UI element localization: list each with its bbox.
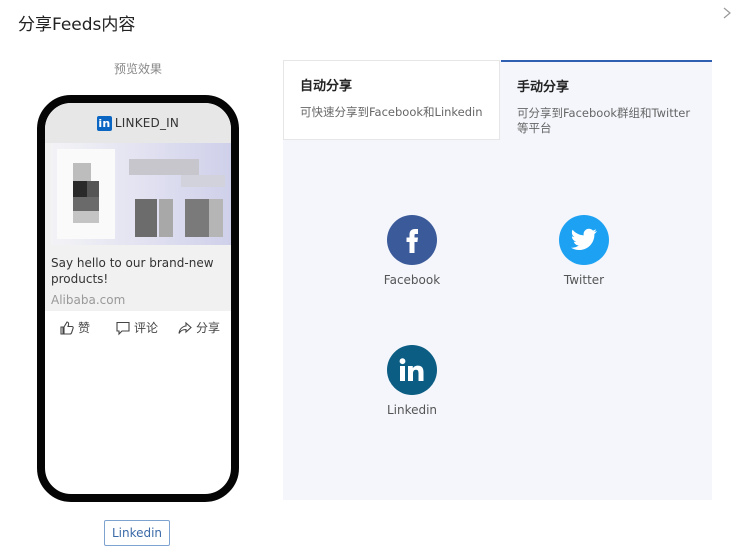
pixel-block: [73, 197, 99, 211]
phone-preview: in LINKED_IN Say hello to our brand-new …: [37, 95, 239, 502]
twitter-icon: [559, 215, 609, 265]
close-icon[interactable]: [721, 6, 735, 24]
tab-manual-share-title: 手动分享: [517, 80, 570, 95]
linkedin-logo-icon: in: [96, 115, 112, 131]
linkedin-icon: [387, 345, 437, 395]
twitter-label: Twitter: [563, 273, 605, 287]
facebook-label: Facebook: [383, 273, 441, 287]
post-text: Say hello to our brand-new products!: [51, 256, 214, 286]
share-facebook[interactable]: Facebook: [367, 215, 457, 287]
pixel-block: [185, 199, 209, 237]
post-image: [51, 143, 231, 245]
pixel-block: [135, 199, 157, 237]
tab-manual-share-desc: 可分享到Facebook群组和Twitter等平台: [517, 106, 691, 135]
share-action[interactable]: 分享: [177, 319, 220, 336]
tab-auto-share[interactable]: 自动分享 可快速分享到Facebook和Linkedin: [283, 60, 500, 140]
post-actions: 赞 评论 分享: [45, 311, 231, 351]
comment-icon: [116, 321, 130, 335]
post-domain: Alibaba.com: [51, 293, 126, 307]
header-brand: LINKED_IN: [114, 116, 180, 130]
pixel-block: [159, 199, 173, 237]
like-label: 赞: [78, 321, 91, 335]
comment-label: 评论: [134, 321, 159, 335]
phone-header: in LINKED_IN: [45, 103, 231, 143]
pixel-block: [181, 175, 225, 187]
post-card: Say hello to our brand-new products! Ali…: [45, 143, 231, 351]
share-panel: 自动分享 可快速分享到Facebook和Linkedin 手动分享 可分享到Fa…: [283, 60, 712, 500]
pixel-block: [129, 159, 199, 175]
tab-auto-share-title: 自动分享: [300, 79, 353, 94]
share-label: 分享: [196, 321, 221, 335]
tab-manual-share[interactable]: 手动分享 可分享到Facebook群组和Twitter等平台: [501, 60, 712, 140]
share-twitter[interactable]: Twitter: [539, 215, 629, 287]
pixel-block: [73, 181, 87, 197]
comment-action[interactable]: 评论: [115, 319, 158, 336]
preview-platform-button[interactable]: Linkedin: [104, 520, 170, 546]
dialog-title: 分享Feeds内容: [18, 15, 136, 35]
share-icon: [178, 321, 192, 334]
pixel-block: [209, 199, 223, 237]
like-action[interactable]: 赞: [59, 319, 90, 336]
pixel-block: [73, 211, 99, 223]
facebook-icon: [387, 215, 437, 265]
pixel-block: [73, 163, 91, 181]
tab-auto-share-desc: 可快速分享到Facebook和Linkedin: [300, 105, 483, 119]
share-linkedin[interactable]: Linkedin: [367, 345, 457, 417]
linkedin-label: Linkedin: [386, 403, 438, 417]
pixel-block: [87, 181, 99, 197]
thumbs-up-icon: [60, 320, 74, 335]
preview-label: 预览效果: [113, 62, 162, 76]
